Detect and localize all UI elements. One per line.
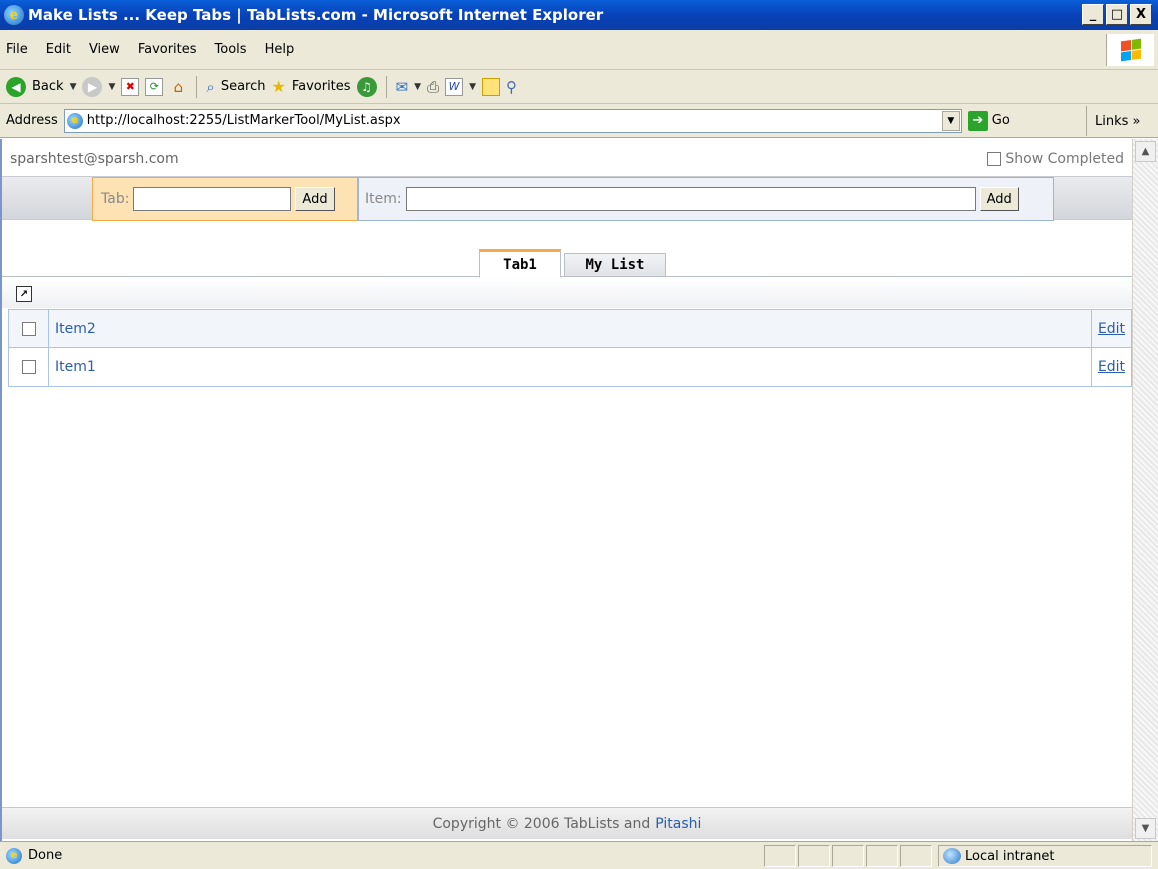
print-icon[interactable]: ⎙	[427, 78, 439, 96]
page-content: sparshtest@sparsh.com Show Completed Tab…	[2, 139, 1132, 841]
edit-dropdown-icon[interactable]: ▼	[469, 82, 476, 92]
address-dropdown-icon[interactable]: ▼	[941, 110, 960, 131]
item-checkbox[interactable]	[21, 321, 36, 336]
tab-strip: Tab1 My List	[2, 247, 1132, 278]
pitashi-link[interactable]: Pitashi	[655, 816, 701, 832]
copyright-text: Copyright © 2006 TabLists and	[432, 815, 651, 832]
status-pane	[900, 845, 932, 867]
expand-icon[interactable]: ↗	[16, 286, 32, 302]
status-pane	[798, 845, 830, 867]
media-icon[interactable]: ♫	[356, 76, 377, 97]
tab-input[interactable]	[133, 187, 292, 211]
item-checkbox[interactable]	[21, 360, 36, 374]
item-label[interactable]: Item1	[49, 359, 96, 375]
add-item-panel: Item: Add	[358, 177, 1054, 221]
menu-favorites[interactable]: Favorites	[138, 42, 197, 57]
back-dropdown-icon[interactable]: ▼	[70, 82, 77, 92]
tab-my-list[interactable]: My List	[564, 253, 666, 277]
security-zone: Local intranet	[938, 845, 1152, 867]
edit-link[interactable]: Edit	[1091, 348, 1131, 386]
stop-icon[interactable]: ✖	[121, 77, 140, 96]
toolbar: ◀ Back ▼ ▶ ▼ ✖ ⟳ ⌂ ⌕ Search ★ Favorites …	[0, 70, 1158, 104]
menu-help[interactable]: Help	[265, 42, 295, 57]
favorites-button[interactable]: Favorites	[292, 79, 351, 94]
add-item-button[interactable]: Add	[979, 187, 1019, 211]
menu-file[interactable]: File	[6, 42, 28, 57]
go-button[interactable]: ➔ Go	[967, 110, 1010, 131]
go-label[interactable]: Go	[992, 113, 1010, 128]
add-tab-panel: Tab: Add	[92, 177, 358, 221]
page-icon: e	[66, 112, 83, 129]
status-text: Done	[28, 848, 63, 863]
back-button[interactable]: Back	[32, 79, 64, 94]
menu-edit[interactable]: Edit	[46, 42, 71, 57]
window-title: Make Lists ... Keep Tabs | TabLists.com …	[28, 6, 604, 24]
tab-label: Tab:	[101, 191, 130, 207]
back-arrow-icon[interactable]: ◀	[6, 76, 26, 97]
tab-tab1[interactable]: Tab1	[479, 249, 561, 278]
status-pane	[764, 845, 796, 867]
add-tab-button[interactable]: Add	[295, 187, 335, 211]
links-button[interactable]: Links »	[1086, 106, 1158, 136]
page-viewport: sparshtest@sparsh.com Show Completed Tab…	[0, 139, 1158, 841]
item-label[interactable]: Item2	[49, 321, 96, 337]
zone-label: Local intranet	[965, 848, 1055, 864]
show-completed-checkbox[interactable]	[987, 152, 1002, 166]
discuss-icon[interactable]	[482, 77, 500, 96]
close-button[interactable]: X	[1130, 4, 1152, 25]
menu-view[interactable]: View	[89, 42, 120, 57]
item-checkbox-cell	[9, 310, 49, 347]
address-input[interactable]: e http://localhost:2255/ListMarkerTool/M…	[63, 108, 962, 133]
refresh-icon[interactable]: ⟳	[145, 77, 164, 96]
edit-link[interactable]: Edit	[1091, 310, 1131, 347]
maximize-button[interactable]: □	[1106, 4, 1128, 25]
item-label: Item:	[365, 191, 402, 207]
home-icon[interactable]: ⌂	[169, 78, 187, 96]
status-panes	[764, 845, 932, 867]
mail-icon[interactable]: ✉	[396, 78, 409, 96]
list-item: Item1 Edit	[8, 348, 1132, 387]
item-checkbox-cell	[9, 348, 49, 386]
status-pane	[832, 845, 864, 867]
mail-dropdown-icon[interactable]: ▼	[414, 82, 421, 92]
forward-arrow-icon[interactable]: ▶	[82, 76, 103, 97]
search-button[interactable]: Search	[221, 79, 266, 94]
toolbar-separator	[385, 75, 387, 98]
show-completed-toggle[interactable]: Show Completed	[987, 151, 1124, 167]
window-controls: _ □ X	[1082, 4, 1152, 25]
menu-bar: File Edit View Favorites Tools Help	[0, 30, 1158, 70]
go-arrow-icon[interactable]: ➔	[967, 110, 988, 131]
item-list: Item2 Edit Item1 Edit	[8, 309, 1132, 387]
search-icon[interactable]: ⌕	[206, 78, 214, 96]
favorites-star-icon[interactable]: ★	[271, 77, 285, 96]
user-email: sparshtest@sparsh.com	[10, 151, 179, 167]
word-edit-icon[interactable]: W	[445, 77, 464, 96]
menu-tools[interactable]: Tools	[215, 42, 247, 57]
toolbar-separator	[196, 75, 198, 98]
show-completed-label: Show Completed	[1005, 151, 1124, 167]
windows-flag-icon	[1106, 34, 1154, 66]
address-label: Address	[6, 113, 58, 128]
research-icon[interactable]: ⚲	[506, 78, 517, 96]
page-done-icon: e	[6, 847, 22, 864]
scroll-down-icon[interactable]: ▼	[1135, 818, 1156, 839]
scroll-up-icon[interactable]: ▲	[1135, 141, 1156, 162]
list-item: Item2 Edit	[8, 309, 1132, 348]
list-header: ↗	[2, 278, 1132, 308]
minimize-button[interactable]: _	[1082, 4, 1104, 25]
title-bar: e Make Lists ... Keep Tabs | TabLists.co…	[0, 0, 1158, 30]
vertical-scrollbar[interactable]: ▲ ▼	[1132, 139, 1158, 841]
address-url[interactable]: http://localhost:2255/ListMarkerTool/MyL…	[87, 113, 401, 128]
item-input[interactable]	[405, 187, 976, 211]
page-footer: Copyright © 2006 TabLists and Pitashi	[2, 807, 1132, 839]
ie-icon: e	[4, 5, 24, 25]
address-bar: Address e http://localhost:2255/ListMark…	[0, 104, 1158, 138]
intranet-globe-icon	[943, 848, 961, 864]
status-bar: e Done Local intranet	[0, 841, 1158, 869]
entry-bar: Tab: Add Item: Add	[2, 176, 1132, 221]
status-pane	[866, 845, 898, 867]
forward-dropdown-icon[interactable]: ▼	[108, 82, 115, 92]
